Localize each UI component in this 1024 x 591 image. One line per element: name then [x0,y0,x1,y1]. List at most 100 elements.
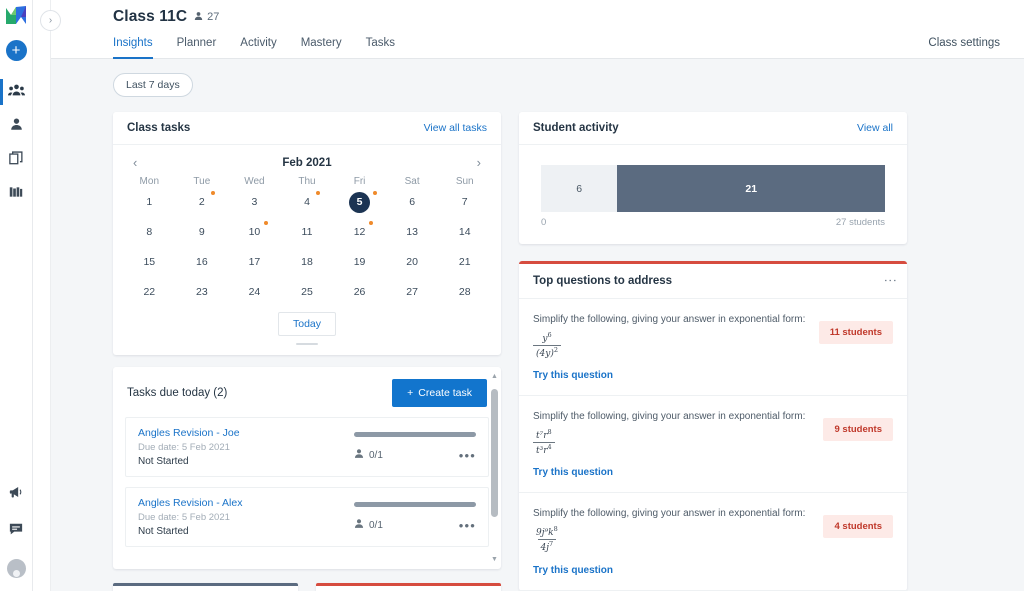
calendar-day-cell[interactable]: 7 [438,190,491,214]
sidebar-item-messages[interactable] [0,513,32,550]
calendar-day-cell[interactable]: 8 [123,220,176,244]
calendar-day-cell[interactable]: 26 [333,280,386,304]
class-settings-link[interactable]: Class settings [928,37,1000,58]
calendar-day-cell[interactable]: 6 [386,190,439,214]
task-meta: 0/1 ••• [354,448,476,463]
view-all-tasks-link[interactable]: View all tasks [424,122,487,134]
scroll-down-icon[interactable]: ▼ [491,556,498,563]
calendar-task-dot-icon [372,191,377,195]
sidebar-item-announcements[interactable] [0,476,32,513]
task-menu-icon[interactable]: ••• [459,518,476,533]
student-count: 27 [194,11,219,24]
books-icon [9,185,23,204]
student-activity-chart: 6 21 0 27 students [519,145,907,244]
kebab-menu-icon[interactable]: ⋮ [883,274,898,288]
plus-icon: + [407,387,414,399]
tab-tasks[interactable]: Tasks [366,37,395,58]
calendar-day-cell[interactable]: 24 [228,280,281,304]
cards-icon [9,150,23,170]
calendar-day-cell[interactable]: 5 [333,190,386,214]
calendar-day-cell[interactable]: 1 [123,190,176,214]
calendar-day-cell[interactable]: 27 [386,280,439,304]
today-button[interactable]: Today [277,312,337,336]
try-this-question-link[interactable]: Try this question [533,565,613,576]
right-column: Student activity View all 6 21 0 27 stud… [519,112,907,591]
calendar-day-cell[interactable]: 15 [123,250,176,274]
calendar-day-cell[interactable]: 28 [438,280,491,304]
calendar-day-cell[interactable]: 2 [176,190,229,214]
calendar-day-cell[interactable]: 10 [228,220,281,244]
calendar-day-cell[interactable]: 25 [281,280,334,304]
task-row[interactable]: Angles Revision - Alex Due date: 5 Feb 20… [125,487,489,547]
question-student-badge: 11 students [818,321,893,344]
sidebar-item-textbooks[interactable] [0,177,32,211]
calendar-prev-icon[interactable]: ‹ [129,155,141,170]
calendar-day-cell[interactable]: 22 [123,280,176,304]
calendar-day-cell[interactable]: 9 [176,220,229,244]
task-title[interactable]: Angles Revision - Alex [138,497,242,509]
tasks-due-header: Tasks due today (2) + Create task [113,367,501,417]
calendar-day-names: Mon Tue Wed Thu Fri Sat Sun [123,176,491,190]
calendar-day-number: 27 [406,286,418,298]
calendar-day-cell[interactable]: 4 [281,190,334,214]
task-row[interactable]: Angles Revision - Joe Due date: 5 Feb 202… [125,417,489,477]
scroll-thumb[interactable] [491,389,498,517]
calendar-day-number: 11 [301,226,313,238]
mathspace-logo[interactable] [5,5,27,25]
tab-planner[interactable]: Planner [177,37,217,58]
calendar-day-cell[interactable]: 13 [386,220,439,244]
formula-numerator: 9j⁹k8 [533,525,561,539]
sidebar-item-profile[interactable] [0,550,32,587]
create-task-button[interactable]: + Create task [392,379,487,407]
calendar-day-number: 8 [146,226,153,238]
calendar-day-cell[interactable]: 20 [386,250,439,274]
formula-numerator: y6 [539,331,554,345]
calendar-next-icon[interactable]: › [473,155,485,170]
calendar-day-cell[interactable]: 14 [438,220,491,244]
task-title[interactable]: Angles Revision - Joe [138,427,240,439]
calendar-day-name: Sun [455,176,474,187]
question-student-badge: 9 students [823,418,893,442]
activity-segment-inactive[interactable]: 6 [541,165,618,212]
task-menu-icon[interactable]: ••• [459,448,476,463]
calendar-day-cell[interactable]: 21 [438,250,491,274]
activity-segment-active[interactable]: 21 [617,165,885,212]
date-range-filter[interactable]: Last 7 days [113,73,193,97]
task-status: Not Started [138,456,189,467]
try-this-question-link[interactable]: Try this question [533,467,613,478]
stat-card-needs-assistance[interactable]: 3 NEEDS ASSISTANCE [316,583,501,591]
calendar-day-cell[interactable]: 12 [333,220,386,244]
calendar-day-cell[interactable]: 16 [176,250,229,274]
class-tasks-header: Class tasks View all tasks [113,112,501,145]
formula-denominator-base: 4j [540,543,550,554]
tab-mastery[interactable]: Mastery [301,37,342,58]
formula-denominator: t³r4 [533,442,555,456]
create-button[interactable]: + [5,40,27,61]
title-row: Class 11C 27 [51,6,1024,26]
sidebar-item-tasks[interactable] [0,143,32,177]
calendar-day-cell[interactable]: 17 [228,250,281,274]
scroll-up-icon[interactable]: ▲ [491,373,498,380]
sidebar-item-classes[interactable] [0,75,32,109]
activity-stacked-bar: 6 21 [541,165,885,212]
megaphone-icon [9,485,24,504]
calendar-day-cell[interactable]: 3 [228,190,281,214]
today-button-row: Today [123,304,491,340]
calendar-day-cell[interactable]: 19 [333,250,386,274]
tab-insights[interactable]: Insights [113,37,153,59]
calendar-day-cell[interactable]: 18 [281,250,334,274]
calendar-day-number: 2 [198,196,205,208]
try-this-question-link[interactable]: Try this question [533,370,613,381]
tasks-scrollbar[interactable]: ▲ ▼ [490,373,499,563]
view-all-activity-link[interactable]: View all [857,122,893,134]
sidebar-item-students[interactable] [0,109,32,143]
page-header: Class 11C 27 Insights Planner Activity M… [51,0,1024,59]
card-resize-handle[interactable] [123,340,491,351]
task-completion-count: 0/1 [354,448,383,462]
expand-nav-button[interactable]: › [40,10,61,31]
calendar-day-cell[interactable]: 11 [281,220,334,244]
calendar-day-cell[interactable]: 23 [176,280,229,304]
stat-card-excelling[interactable]: 2 EXCELLING [113,583,298,591]
tab-activity[interactable]: Activity [240,37,276,58]
calendar-day-number: 9 [198,226,205,238]
